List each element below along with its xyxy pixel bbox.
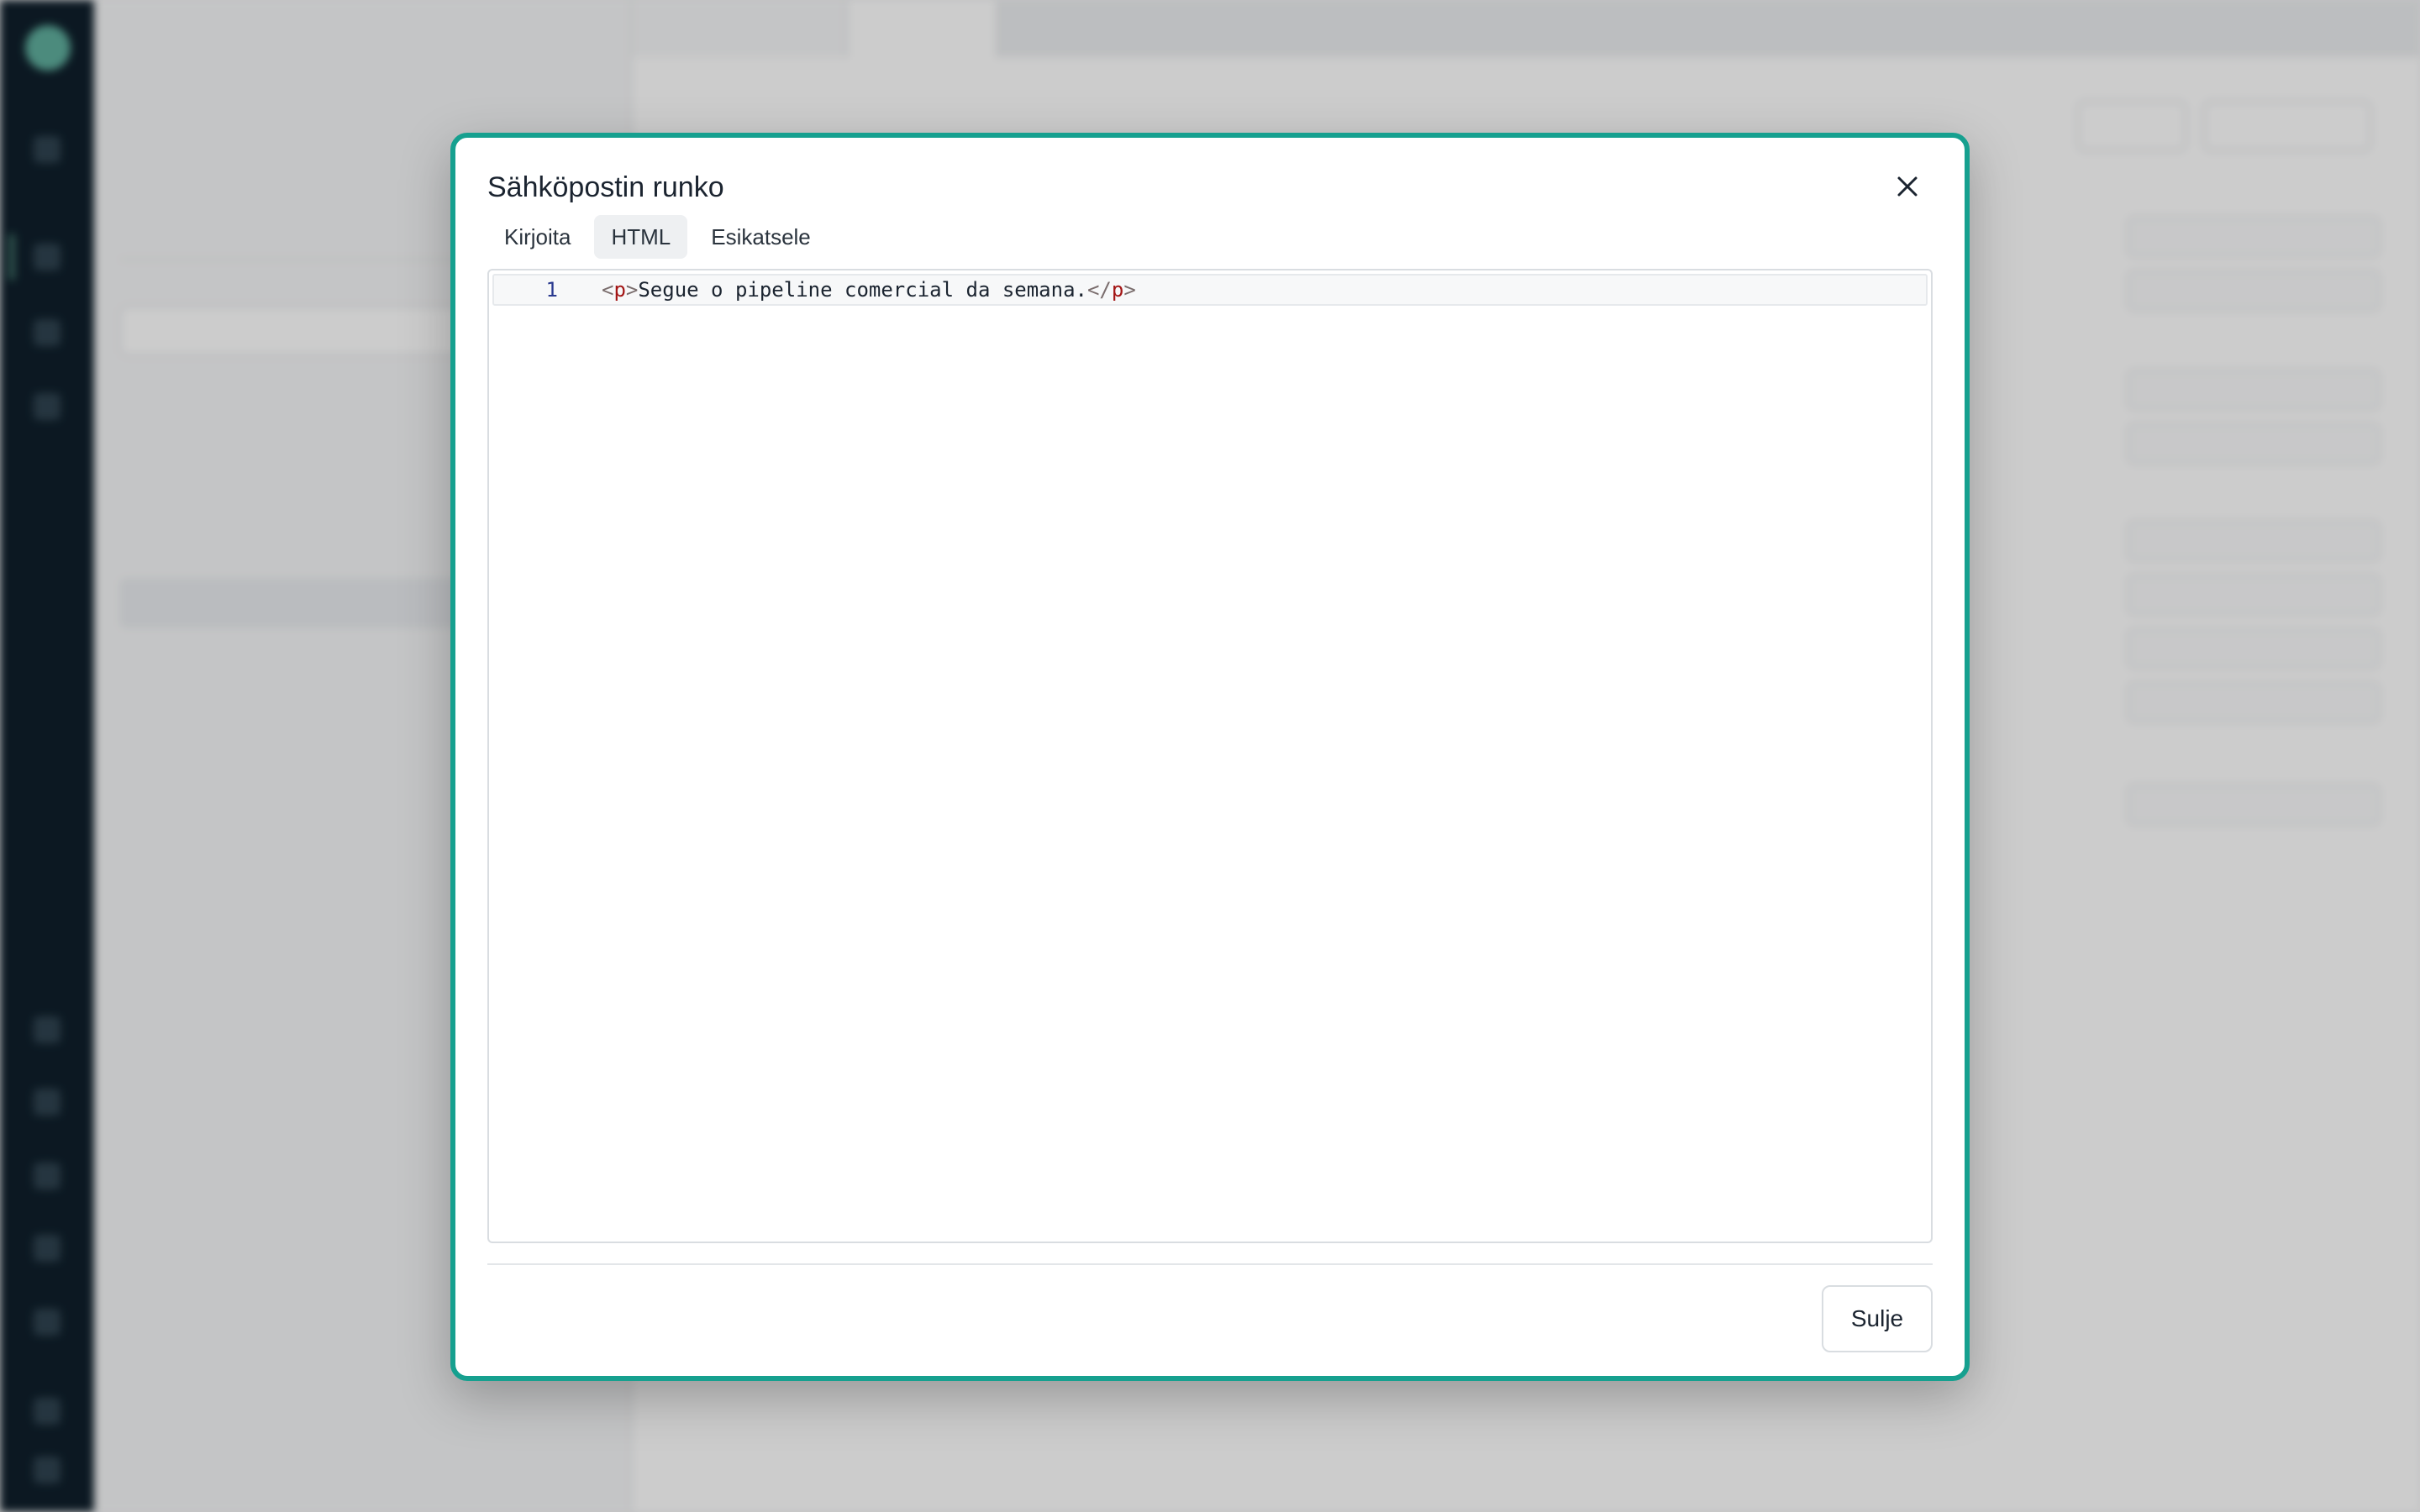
code-token: p: [613, 278, 626, 302]
tab-html[interactable]: HTML: [594, 215, 688, 259]
close-dialog-button[interactable]: [1887, 166, 1928, 207]
code-line-active: 1 <p>Segue o pipeline comercial da seman…: [492, 274, 1928, 306]
code-token: p: [1111, 278, 1124, 302]
code-token: >: [1123, 278, 1136, 302]
tab-preview[interactable]: Esikatsele: [694, 215, 828, 259]
dialog-title: Sähköpostin runko: [487, 171, 724, 203]
email-body-dialog: Sähköpostin runko Kirjoita HTML Esikatse…: [450, 133, 1970, 1381]
tab-write[interactable]: Kirjoita: [487, 215, 587, 259]
code-line-content[interactable]: <p>Segue o pipeline comercial da semana.…: [602, 276, 1136, 307]
code-token: Segue o pipeline comercial da semana.: [638, 278, 1087, 302]
dialog-surface: Sähköpostin runko Kirjoita HTML Esikatse…: [459, 141, 1961, 1373]
code-token: </: [1086, 278, 1112, 302]
close-button[interactable]: Sulje: [1822, 1285, 1933, 1352]
line-number: 1: [545, 278, 558, 302]
editor-mode-tabs: Kirjoita HTML Esikatsele: [487, 215, 828, 259]
code-token: <: [602, 278, 614, 302]
footer-divider: [487, 1263, 1933, 1265]
close-icon: [1897, 176, 1918, 197]
code-token: >: [625, 278, 639, 302]
html-code-editor[interactable]: 1 <p>Segue o pipeline comercial da seman…: [487, 269, 1933, 1243]
